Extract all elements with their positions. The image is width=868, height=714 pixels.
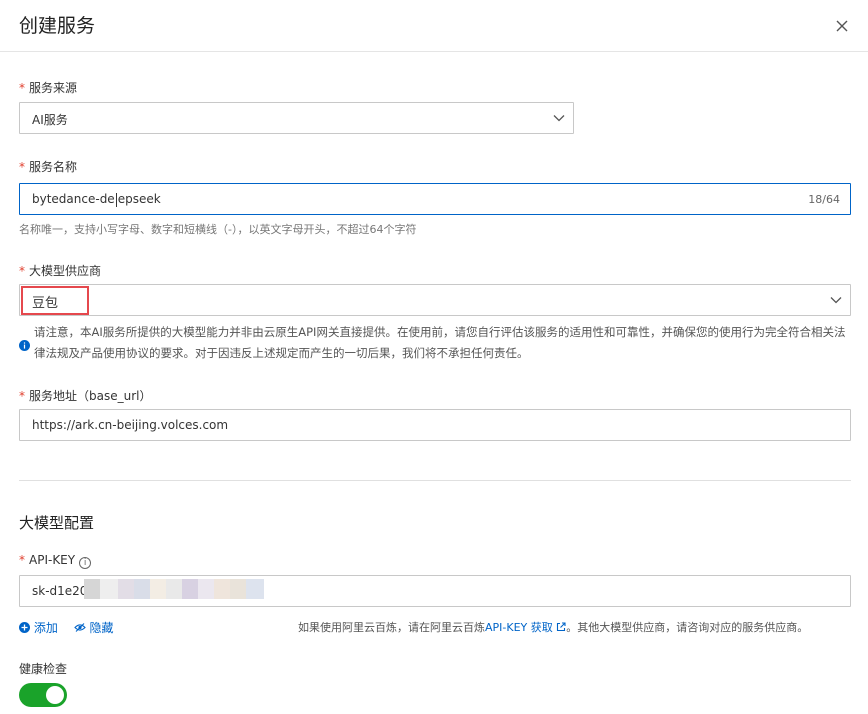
required-mark: * bbox=[19, 264, 25, 278]
health-check-toggle[interactable] bbox=[19, 683, 67, 707]
chevron-down-icon bbox=[552, 111, 566, 125]
service-name-label-text: 服务名称 bbox=[29, 160, 78, 174]
section-divider bbox=[19, 480, 851, 481]
service-name-hint: 名称唯一，支持小写字母、数字和短横线（-），以英文字母开头，不超过64个字符 bbox=[19, 223, 417, 236]
highlight-box bbox=[21, 286, 89, 315]
service-source-label: * 服务来源 bbox=[19, 79, 77, 96]
close-icon[interactable] bbox=[832, 16, 852, 36]
service-source-value: AI服务 bbox=[32, 113, 68, 127]
required-mark: * bbox=[19, 160, 25, 174]
health-check-label: 健康检查 bbox=[19, 662, 68, 676]
service-name-input[interactable]: bytedance-de epseek 18/64 bbox=[19, 183, 851, 215]
model-config-title: 大模型配置 bbox=[19, 514, 95, 532]
service-source-select[interactable]: AI服务 bbox=[19, 102, 574, 134]
api-key-get-link[interactable]: API-KEY 获取 bbox=[485, 621, 566, 634]
dialog-header: 创建服务 bbox=[0, 0, 868, 52]
info-icon bbox=[19, 337, 30, 351]
service-source-label-text: 服务来源 bbox=[29, 81, 78, 95]
api-key-actions: 添加 隐藏 bbox=[19, 619, 114, 636]
provider-label: * 大模型供应商 bbox=[19, 262, 101, 279]
api-key-get-link-text: API-KEY 获取 bbox=[485, 621, 553, 634]
base-url-value: https://ark.cn-beijing.volces.com bbox=[32, 418, 229, 432]
api-key-value: sk-d1e20 bbox=[32, 584, 88, 598]
add-label: 添加 bbox=[33, 621, 58, 635]
plus-circle-icon bbox=[19, 622, 30, 633]
dialog-title: 创建服务 bbox=[19, 15, 96, 37]
provider-notice: 请注意，本AI服务所提供的大模型能力并非由云原生API网关直接提供。在使用前，请… bbox=[19, 322, 854, 364]
api-key-label-text: API-KEY bbox=[29, 553, 76, 567]
required-mark: * bbox=[19, 389, 25, 403]
api-key-input[interactable]: sk-d1e20 bbox=[19, 575, 851, 607]
api-key-hint-suffix: 。其他大模型供应商，请咨询对应的服务供应商。 bbox=[566, 621, 809, 634]
api-key-label: * API-KEY i bbox=[19, 553, 92, 569]
chevron-down-icon bbox=[829, 293, 843, 307]
provider-label-text: 大模型供应商 bbox=[29, 264, 102, 278]
service-name-label: * 服务名称 bbox=[19, 158, 77, 175]
toggle-knob bbox=[46, 686, 64, 704]
char-counter: 18/64 bbox=[808, 193, 840, 206]
base-url-input[interactable]: https://ark.cn-beijing.volces.com bbox=[19, 409, 851, 441]
help-icon[interactable]: i bbox=[79, 557, 92, 569]
base-url-label: * 服务地址（base_url） bbox=[19, 387, 151, 404]
api-key-hint-prefix: 如果使用阿里云百炼，请在阿里云百炼 bbox=[298, 621, 485, 634]
eye-off-icon bbox=[73, 623, 86, 632]
base-url-label-text: 服务地址（base_url） bbox=[29, 389, 152, 403]
provider-select[interactable]: 豆包 bbox=[19, 284, 851, 316]
hide-label: 隐藏 bbox=[89, 621, 114, 635]
service-name-value: bytedance-de epseek bbox=[32, 192, 161, 207]
redacted-api-key bbox=[84, 576, 264, 606]
provider-notice-text: 请注意，本AI服务所提供的大模型能力并非由云原生API网关直接提供。在使用前，请… bbox=[34, 325, 846, 360]
external-link-icon bbox=[557, 622, 566, 632]
required-mark: * bbox=[19, 553, 25, 567]
required-mark: * bbox=[19, 81, 25, 95]
service-name-value-part2: epseek bbox=[117, 192, 161, 206]
hide-api-key-button[interactable]: 隐藏 bbox=[73, 621, 114, 635]
service-name-value-part1: bytedance-de bbox=[32, 192, 115, 206]
api-key-hint: 如果使用阿里云百炼，请在阿里云百炼API-KEY 获取 。其他大模型供应商，请咨… bbox=[298, 619, 808, 635]
add-api-key-button[interactable]: 添加 bbox=[19, 621, 58, 635]
text-cursor bbox=[115, 192, 117, 207]
